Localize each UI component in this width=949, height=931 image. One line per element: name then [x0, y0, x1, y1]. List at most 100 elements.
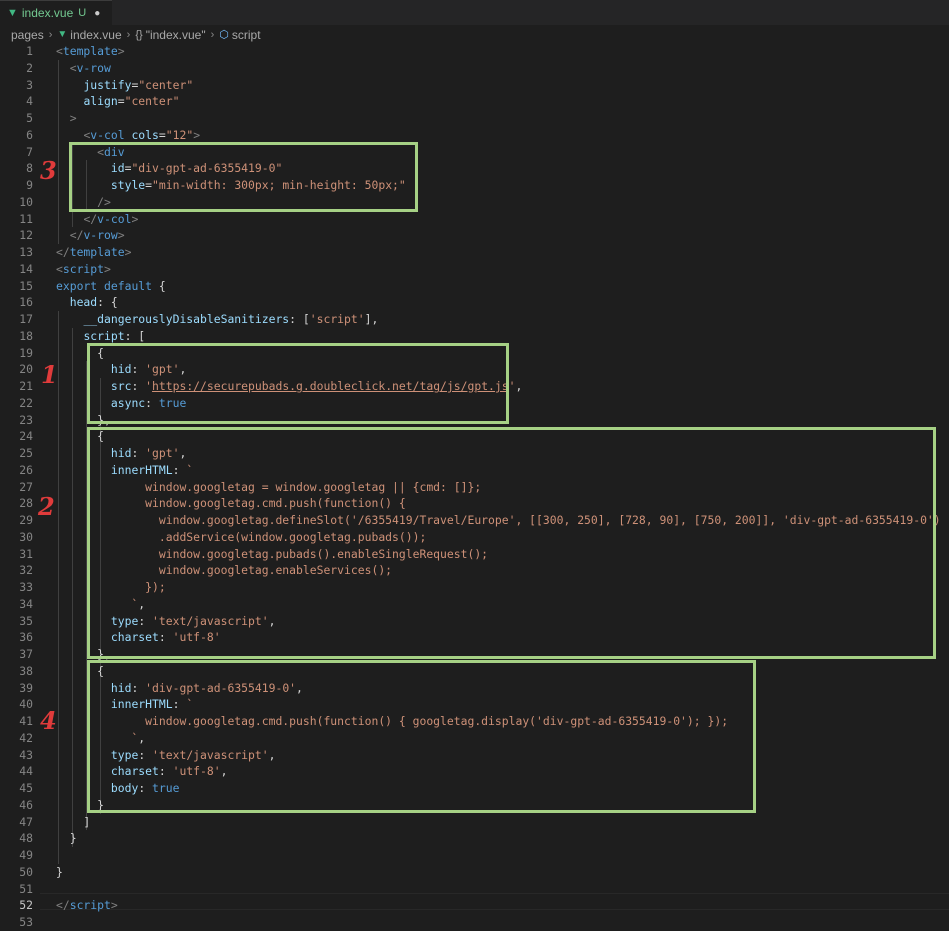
code-line[interactable]: 8 id="div-gpt-ad-6355419-0"	[0, 160, 949, 177]
code-token: :	[131, 379, 146, 393]
code-token: `	[186, 697, 194, 712]
code-token: justify	[83, 77, 132, 92]
code-line[interactable]: 32 window.googletag.enableServices();	[0, 562, 949, 579]
code-line[interactable]: 23 },	[0, 412, 949, 429]
breadcrumb-folder[interactable]: pages	[11, 28, 44, 42]
code-token: }	[56, 831, 77, 846]
code-line[interactable]: 31 window.googletag.pubads().enableSingl…	[0, 546, 949, 563]
code-line[interactable]: 42 `,	[0, 730, 949, 747]
code-line[interactable]: 35 type: 'text/javascript',	[0, 613, 949, 630]
code-text: src: 'https://securepubads.g.doubleclick…	[56, 378, 522, 395]
code-line[interactable]: 45 body: true	[0, 780, 949, 797]
code-line[interactable]: 9 style="min-width: 300px; min-height: 5…	[0, 177, 949, 194]
code-line[interactable]: 1 <template>	[0, 43, 949, 60]
code-token: hid	[110, 680, 132, 695]
line-number: 13	[19, 245, 33, 259]
code-token: ]	[56, 814, 91, 829]
code-line[interactable]: 27 window.googletag = window.googletag |…	[0, 479, 949, 496]
code-token: <	[56, 44, 63, 58]
code-text: __dangerouslyDisableSanitizers: ['script…	[56, 311, 378, 328]
code-line[interactable]: 6 <v-col cols="12">	[0, 127, 949, 144]
code-line[interactable]: 4 align="center"	[0, 93, 949, 110]
code-line[interactable]: 2 <v-row	[0, 60, 949, 77]
line-number: 24	[19, 429, 33, 444]
code-line[interactable]: 13 </template>	[0, 244, 949, 261]
line-number: 27	[19, 479, 33, 494]
code-token: script	[62, 261, 105, 276]
code-editor[interactable]: 1 <template> 2 <v-row 3 justify="center" 4 a…	[0, 43, 949, 929]
tab-index-vue[interactable]: ▼ index.vue U ●	[0, 0, 112, 25]
code-line[interactable]: 48 }	[0, 830, 949, 847]
code-line[interactable]: 28 window.googletag.cmd.push(function() …	[0, 495, 949, 512]
code-token: window.googletag = window.googletag || {…	[56, 479, 482, 494]
code-token: },	[56, 647, 111, 661]
code-line[interactable]: 16 head: {	[0, 294, 949, 311]
code-line[interactable]: 3 justify="center"	[0, 77, 949, 94]
code-token: ,	[515, 379, 523, 393]
code-line[interactable]: 34 `,	[0, 596, 949, 613]
code-line[interactable]: 5 >	[0, 110, 949, 127]
code-line[interactable]: 22 async: true	[0, 395, 949, 412]
breadcrumb-component[interactable]: "index.vue"	[146, 28, 206, 42]
code-line[interactable]: 20 hid: 'gpt',	[0, 361, 949, 378]
code-line[interactable]: 12 </v-row>	[0, 227, 949, 244]
code-line[interactable]: 10 />	[0, 194, 949, 211]
code-line[interactable]: 47 ]	[0, 814, 949, 831]
code-line[interactable]: 14 <script>	[0, 261, 949, 278]
code-token: v-col	[90, 127, 125, 142]
code-line[interactable]: 52 </script>	[0, 897, 949, 914]
breadcrumb-file[interactable]: index.vue	[70, 28, 121, 42]
line-number: 43	[19, 747, 33, 762]
code-text: <v-row	[56, 60, 111, 77]
code-line[interactable]: 49	[0, 847, 949, 864]
code-line[interactable]: 11 </v-col>	[0, 211, 949, 228]
code-token: src	[110, 379, 132, 393]
code-line[interactable]: 30 .addService(window.googletag.pubads()…	[0, 529, 949, 546]
code-line[interactable]: 21 src: 'https://securepubads.g.doublecl…	[0, 378, 949, 395]
code-text: <v-col cols="12">	[56, 127, 200, 144]
braces-icon: {}	[135, 28, 143, 41]
code-line[interactable]: 41 window.googletag.cmd.push(function() …	[0, 713, 949, 730]
code-line[interactable]: 15 export default {	[0, 278, 949, 295]
code-line[interactable]: 7 <div	[0, 144, 949, 161]
code-line[interactable]: 51	[0, 881, 949, 898]
code-token: 'utf-8'	[172, 630, 221, 645]
code-line[interactable]: 19 {	[0, 345, 949, 362]
chevron-right-icon: ›	[210, 28, 215, 41]
code-line[interactable]: 24 {	[0, 428, 949, 445]
code-token: : [	[289, 312, 310, 326]
code-token: window.googletag.pubads().enableSingleRe…	[56, 546, 489, 561]
code-line[interactable]: 17 __dangerouslyDisableSanitizers: ['scr…	[0, 311, 949, 328]
code-line[interactable]: 38 {	[0, 663, 949, 680]
code-line[interactable]: 36 charset: 'utf-8'	[0, 629, 949, 646]
code-line[interactable]: 43 type: 'text/javascript',	[0, 747, 949, 764]
code-line[interactable]: 37 },	[0, 646, 949, 663]
breadcrumb-section[interactable]: script	[232, 28, 261, 42]
code-text: ]	[56, 814, 90, 831]
line-number: 53	[19, 915, 33, 929]
vue-file-icon: ▼	[7, 7, 18, 19]
code-line[interactable]: 29 window.googletag.defineSlot('/6355419…	[0, 512, 949, 529]
code-line[interactable]: 39 hid: 'div-gpt-ad-6355419-0',	[0, 680, 949, 697]
code-line[interactable]: 44 charset: 'utf-8',	[0, 763, 949, 780]
code-token: >	[117, 44, 125, 58]
code-line[interactable]: 53	[0, 914, 949, 931]
code-token: 'utf-8'	[172, 764, 221, 779]
code-token: :	[145, 395, 159, 410]
code-token: v-row	[76, 60, 111, 75]
code-line[interactable]: 40 innerHTML: `	[0, 696, 949, 713]
code-token: },	[56, 412, 111, 427]
code-token: <	[69, 60, 77, 75]
code-line[interactable]: 46 }	[0, 797, 949, 814]
unsaved-dot-icon[interactable]: ●	[94, 8, 100, 19]
code-text: <div	[56, 144, 124, 161]
code-line[interactable]: 26 innerHTML: `	[0, 462, 949, 479]
code-line[interactable]: 33 });	[0, 579, 949, 596]
code-line[interactable]: 50}	[0, 864, 949, 881]
code-token: export	[56, 278, 98, 293]
code-line[interactable]: 18 script: [	[0, 328, 949, 345]
code-text: window.googletag.defineSlot('/6355419/Tr…	[56, 512, 941, 529]
code-line[interactable]: 25 hid: 'gpt',	[0, 445, 949, 462]
